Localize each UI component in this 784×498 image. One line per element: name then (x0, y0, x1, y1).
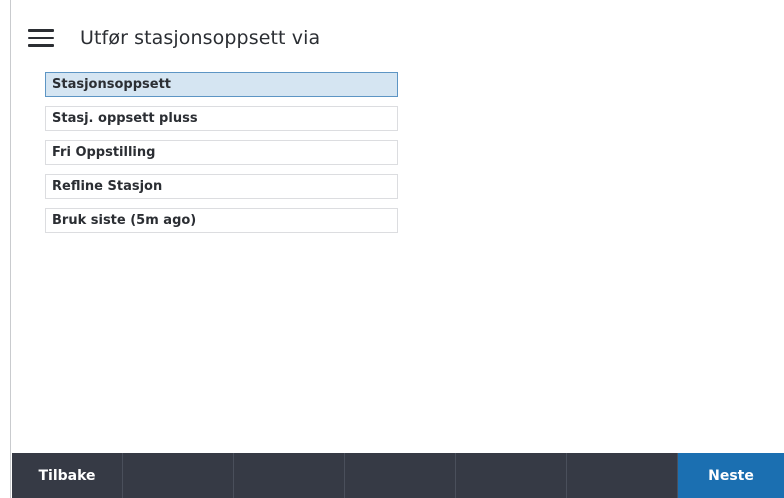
option-station-setup-plus[interactable]: Stasj. oppsett pluss (45, 106, 398, 131)
bottom-action-bar: Tilbake Neste (12, 453, 784, 498)
option-resection[interactable]: Fri Oppstilling (45, 140, 398, 165)
empty-softkey-2 (123, 453, 234, 498)
station-setup-options-list: Stasjonsoppsett Stasj. oppsett pluss Fri… (45, 72, 398, 242)
next-button[interactable]: Neste (678, 453, 784, 498)
menu-line (28, 29, 54, 32)
empty-softkey-5 (456, 453, 567, 498)
empty-softkey-4 (345, 453, 456, 498)
page-title: Utfør stasjonsoppsett via (80, 27, 321, 49)
hamburger-menu-icon[interactable] (28, 23, 58, 53)
option-station-setup[interactable]: Stasjonsoppsett (45, 72, 398, 97)
option-use-last[interactable]: Bruk siste (5m ago) (45, 208, 398, 233)
app-window: Utfør stasjonsoppsett via Stasjonsoppset… (0, 0, 784, 498)
menu-line (28, 36, 54, 40)
left-edge-panel (0, 0, 11, 498)
option-refline-station[interactable]: Refline Stasjon (45, 174, 398, 199)
empty-softkey-6 (567, 453, 678, 498)
back-button[interactable]: Tilbake (12, 453, 123, 498)
page-header: Utfør stasjonsoppsett via (12, 10, 784, 66)
menu-line (28, 44, 54, 47)
empty-softkey-3 (234, 453, 345, 498)
